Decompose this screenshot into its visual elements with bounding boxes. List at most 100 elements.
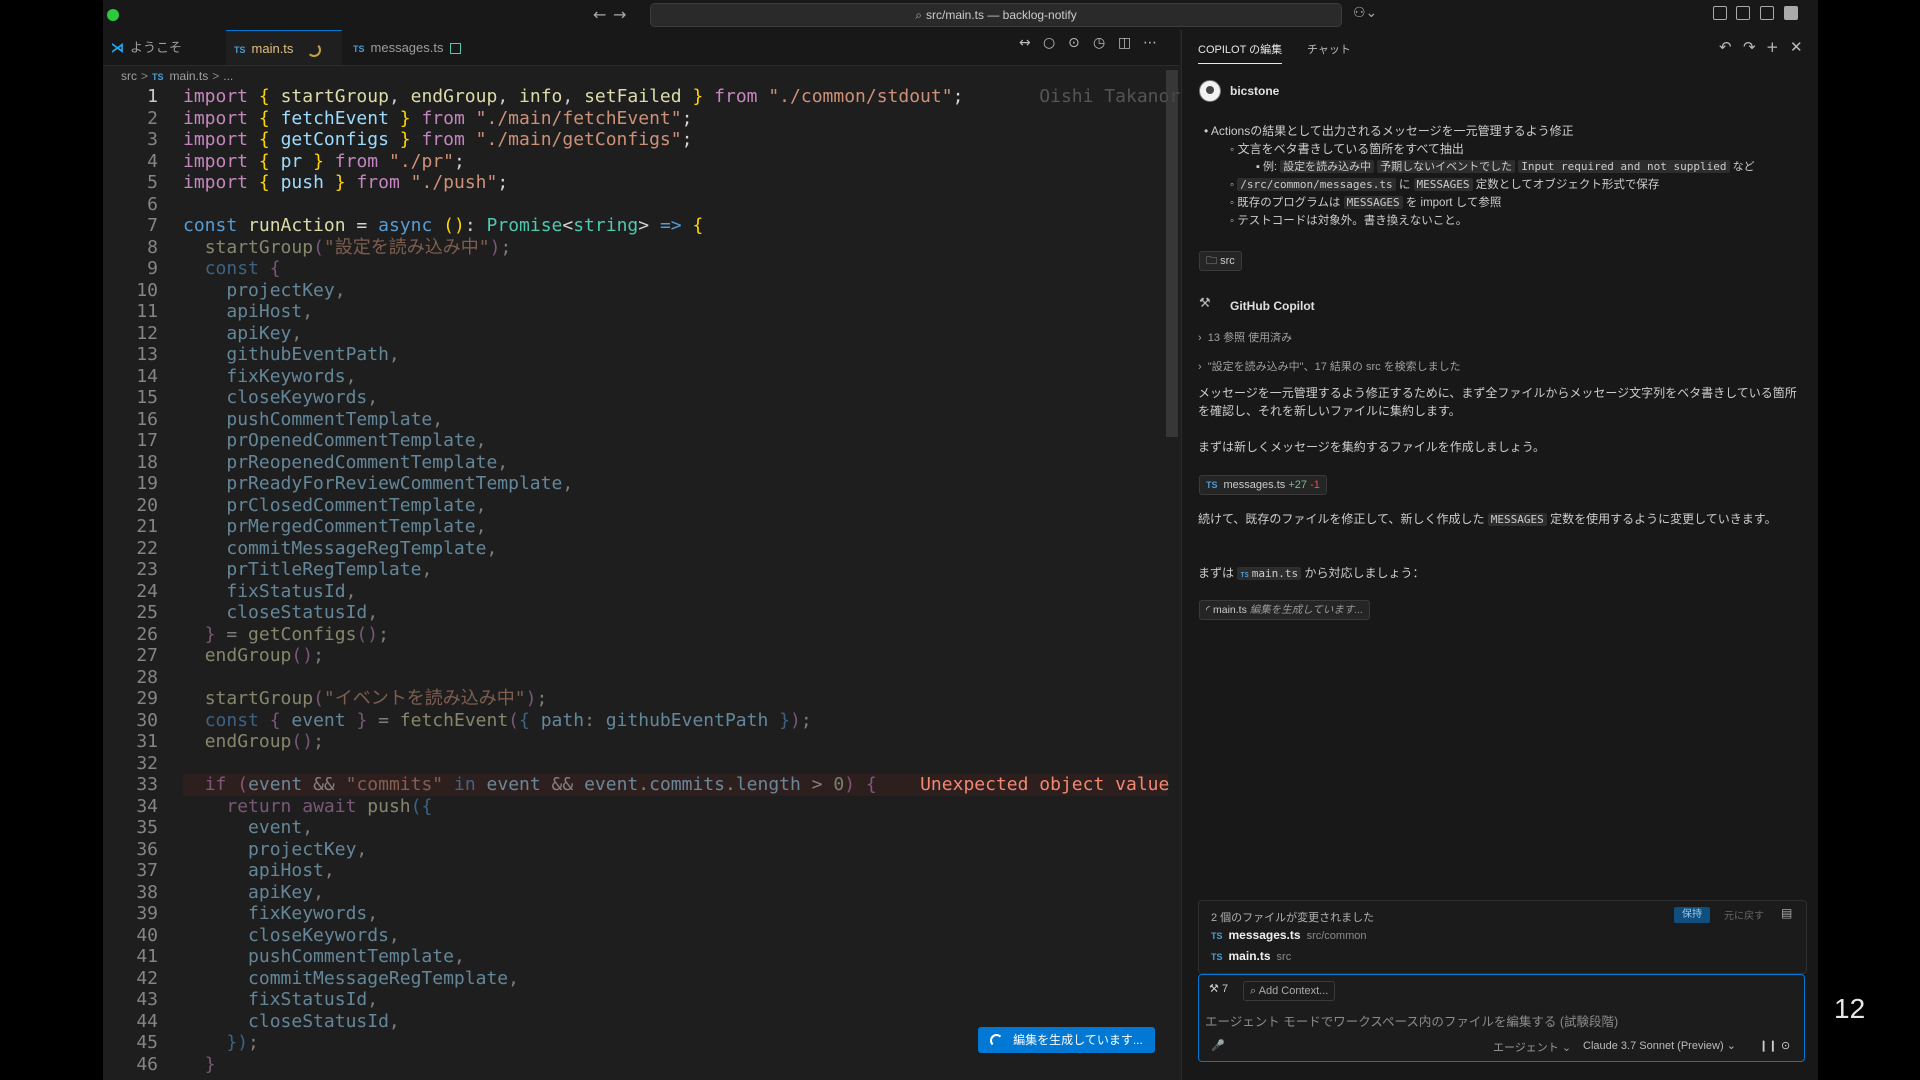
references-toggle[interactable]: › 13 参照 使用済み — [1198, 329, 1292, 345]
microphone-icon[interactable]: 🎤 — [1211, 1039, 1225, 1052]
code-line-14: fixKeywords, — [226, 365, 357, 387]
copilot-icon[interactable]: ⚇⌄ — [1353, 5, 1377, 21]
new-session-icon[interactable]: + — [1766, 38, 1779, 56]
search-result-toggle[interactable]: › "設定を読み込み中"、17 結果の src を検索しました — [1198, 358, 1461, 374]
line-number: 32 — [136, 752, 158, 774]
add-context-button[interactable]: ⌕ Add Context... — [1243, 981, 1336, 1001]
undo-button[interactable]: 元に戻す — [1724, 907, 1764, 922]
code-line-41: pushCommentTemplate, — [248, 946, 465, 967]
copilot-name: GitHub Copilot — [1230, 299, 1315, 313]
typescript-icon: TS — [234, 45, 246, 55]
forward-arrow-icon[interactable]: → — [613, 5, 626, 24]
line-number: 13 — [136, 344, 158, 365]
tab-main-ts[interactable]: TS main.ts — [226, 30, 342, 65]
code-line-34: return await push({ — [226, 795, 433, 817]
code-line-46: } — [204, 1053, 216, 1075]
response-paragraph-1: メッセージを一元管理するよう修正するために、まず全ファイルからメッセージ文字列を… — [1198, 386, 1797, 418]
code-line-11: apiHost, — [226, 301, 314, 322]
file-change-chip[interactable]: TS messages.ts +27 -1 — [1199, 475, 1327, 495]
line-number: 24 — [136, 580, 158, 602]
breadcrumb-file[interactable]: main.ts — [170, 69, 209, 83]
line-number: 21 — [136, 516, 158, 537]
more-actions-icon[interactable]: ⋯ — [1143, 35, 1157, 51]
toggle-sidebar-icon[interactable] — [1736, 6, 1750, 20]
line-number: 2 — [147, 107, 158, 129]
view-changes-icon[interactable]: ▤ — [1781, 906, 1792, 920]
window-control-dot[interactable] — [107, 9, 119, 21]
breadcrumb-folder[interactable]: src — [121, 69, 137, 83]
close-icon[interactable]: ✕ — [1790, 38, 1803, 56]
timeline-icon[interactable]: ◷ — [1093, 35, 1105, 51]
line-number: 27 — [136, 645, 158, 666]
code-editor[interactable]: 1 2 3 4 5 6 7 8 9 10 11 12 13 14 15 16 17 18 19 20 21 22 23 24 2… — [103, 86, 1202, 1080]
loading-spinner-icon — [307, 42, 322, 57]
code-line-24: fixStatusId, — [226, 580, 357, 602]
back-arrow-icon[interactable]: ← — [593, 5, 606, 24]
line-number: 19 — [136, 473, 158, 494]
tab-copilot-edits[interactable]: COPILOT の編集 — [1198, 41, 1283, 64]
code-line-13: githubEventPath, — [226, 344, 400, 365]
line-number: 36 — [136, 838, 158, 860]
command-center-search[interactable]: ⌕ src/main.ts — backlog-notify — [650, 3, 1342, 27]
code-line-20: prClosedCommentTemplate, — [226, 494, 487, 516]
vscode-logo-icon: ⋊ — [111, 40, 124, 55]
line-number: 25 — [136, 602, 158, 623]
user-request: • Actionsの結果として出力されるメッセージを一元管理するよう修正 ◦ 文… — [1204, 124, 1755, 227]
code-line-15: closeKeywords, — [226, 387, 379, 408]
tab-welcome[interactable]: ⋊ ようこそ — [103, 30, 218, 65]
attach-icon: ⌕ — [1250, 985, 1257, 997]
redo-icon[interactable]: ↷ — [1743, 38, 1756, 56]
line-number: 1 — [147, 86, 158, 107]
undo-icon[interactable]: ↶ — [1719, 38, 1732, 56]
changed-file-main[interactable]: TS main.ts src — [1211, 949, 1291, 963]
code-line-33: if (event && "commits" in event && event… — [183, 774, 1202, 796]
line-number: 37 — [136, 860, 158, 881]
chat-input[interactable]: エージェント モードでワークスペース内のファイルを編集する (試験段階) — [1205, 1011, 1618, 1030]
pause-icon[interactable]: ❙❙ — [1759, 1039, 1777, 1052]
window-title: src/main.ts — backlog-notify — [926, 8, 1077, 22]
code-line-1: import { startGroup, endGroup, info, set… — [183, 86, 1202, 107]
split-editor-icon[interactable]: ◫ — [1118, 35, 1131, 51]
layout-icon[interactable] — [1713, 6, 1727, 20]
line-number: 14 — [136, 365, 158, 387]
tools-button[interactable]: ⚒ 7 — [1209, 982, 1228, 995]
mode-select[interactable]: エージェント ⌄ — [1493, 1039, 1571, 1055]
stop-icon[interactable]: ⊙ — [1781, 1039, 1790, 1052]
line-number: 35 — [136, 817, 158, 838]
line-number: 43 — [136, 989, 158, 1010]
generating-edits-button[interactable]: 編集を生成しています... — [978, 1027, 1155, 1053]
chat-input-box[interactable]: ⚒ 7 ⌕ Add Context... エージェント モードでワークスペース内… — [1198, 974, 1805, 1062]
code-line-4: import { pr } from "./pr"; — [183, 150, 465, 172]
toggle-secondary-sidebar-icon[interactable] — [1784, 6, 1798, 20]
code-line-7: const runAction = async (): Promise<stri… — [183, 215, 704, 236]
diff-nav-icon[interactable]: ↔ — [1019, 35, 1031, 51]
code-line-45: }); — [226, 1032, 259, 1053]
avatar — [1199, 80, 1221, 102]
code-line-39: fixKeywords, — [248, 903, 379, 924]
line-number: 33 — [136, 774, 158, 795]
tab-chat[interactable]: チャット — [1307, 41, 1351, 57]
response-paragraph-4: まずは TS main.ts から対応しましょう： — [1198, 566, 1425, 580]
folder-icon: 🗀 — [1206, 254, 1217, 267]
model-select[interactable]: Claude 3.7 Sonnet (Preview) ⌄ — [1583, 1039, 1736, 1052]
line-number: 39 — [136, 903, 158, 924]
code-line-40: closeKeywords, — [248, 924, 400, 946]
code-line-5: import { push } from "./push"; — [183, 172, 509, 193]
code-line-30: const { event } = fetchEvent({ path: git… — [204, 709, 812, 731]
line-number: 8 — [147, 236, 158, 258]
search-icon: ⌕ — [915, 8, 922, 22]
toggle-panel-icon[interactable] — [1760, 6, 1774, 20]
prev-change-icon[interactable]: ○ — [1043, 35, 1055, 51]
generating-chip: ◜ main.ts 編集を生成しています... — [1199, 600, 1371, 620]
code-line-44: closeStatusId, — [248, 1010, 400, 1032]
next-change-icon[interactable]: ⊙ — [1068, 35, 1080, 51]
code-line-18: prReopenedCommentTemplate, — [226, 451, 509, 473]
code-line-26: } = getConfigs(); — [204, 623, 389, 645]
copilot-icon: ⚒ — [1199, 296, 1211, 311]
keep-button[interactable]: 保持 — [1674, 907, 1710, 923]
editor-scrollbar[interactable] — [1166, 70, 1178, 437]
changed-file-messages[interactable]: TS messages.ts src/common — [1211, 928, 1366, 942]
code-line-27: endGroup(); — [204, 645, 324, 666]
context-chip-src[interactable]: 🗀 src — [1199, 251, 1242, 271]
tab-messages-ts[interactable]: TS messages.ts — [345, 30, 480, 65]
